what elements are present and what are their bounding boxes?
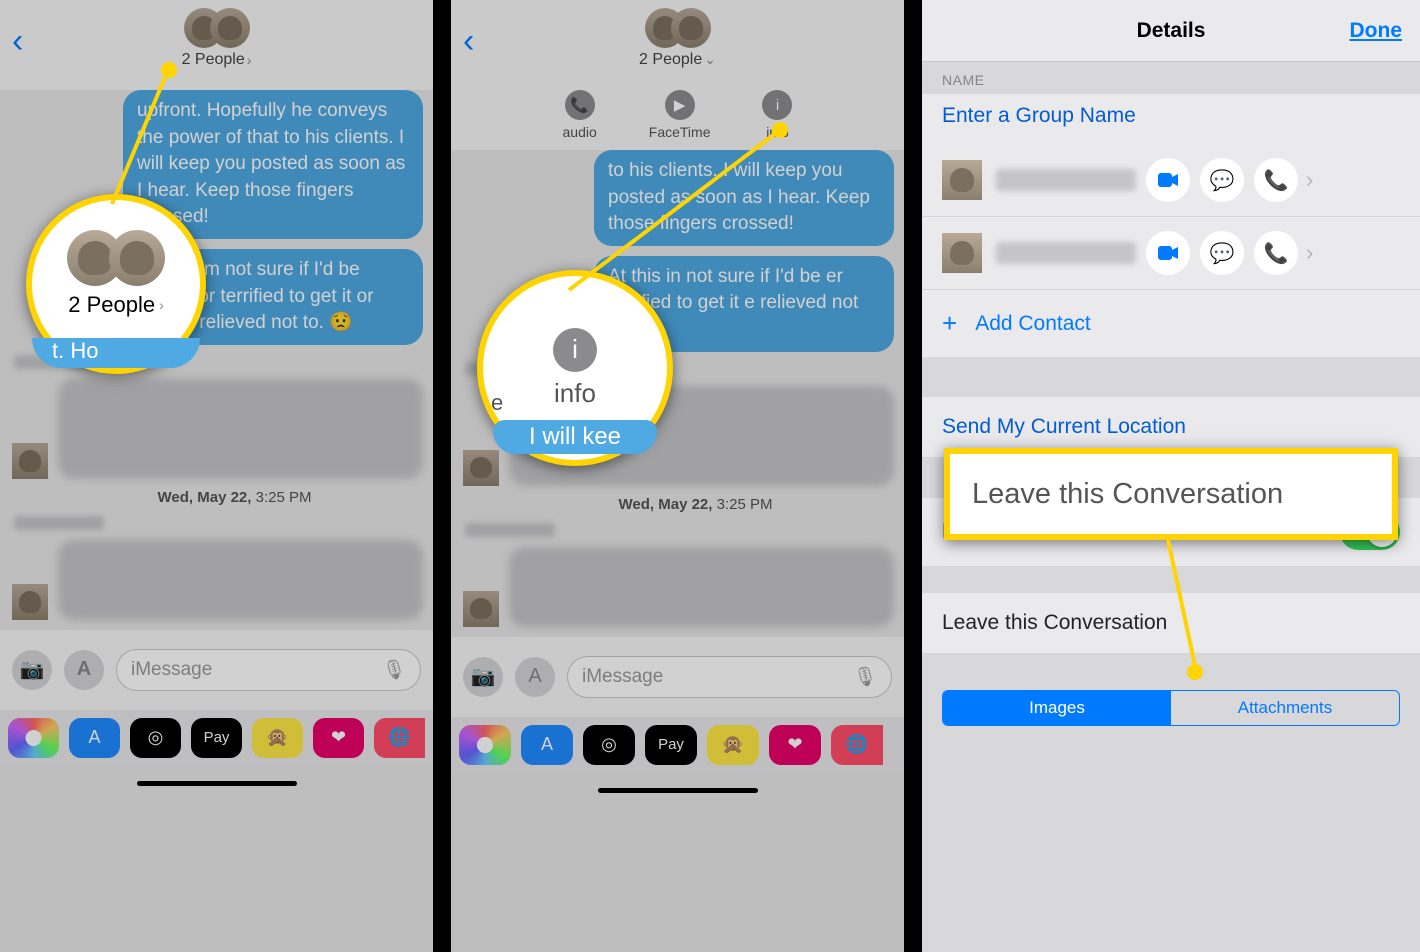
contact-name-redacted (996, 169, 1136, 191)
message-input[interactable]: iMessage🎙 (567, 656, 892, 698)
app-drawer[interactable]: A ◎ Pay 🙊 ❤ 🌐 (0, 710, 433, 766)
add-contact-row[interactable]: + Add Contact (922, 290, 1420, 357)
chevron-right-icon: › (1306, 240, 1313, 266)
action-row: 📞audio ▶FaceTime iinfo (451, 90, 904, 150)
facetime-button[interactable] (1146, 231, 1190, 275)
video-icon: ▶ (665, 90, 695, 120)
facetime-button[interactable] (1146, 158, 1190, 202)
app-store-icon[interactable]: A (515, 657, 555, 697)
avatar (12, 584, 48, 620)
avatar (671, 8, 711, 48)
people-label: 2 People (182, 51, 245, 69)
segment-control[interactable]: Images Attachments (942, 690, 1400, 726)
memoji-app-icon[interactable]: 🙊 (707, 725, 759, 765)
leave-conversation-row[interactable]: Leave this Conversation (922, 593, 1420, 654)
app-store-icon[interactable]: A (64, 650, 104, 690)
info-icon: i (762, 90, 792, 120)
avatar (109, 230, 165, 286)
annotation-dot (161, 62, 177, 78)
avatar (942, 233, 982, 273)
callout-people: 2 People› t. Ho (26, 194, 206, 374)
facetime-button[interactable]: ▶FaceTime (649, 90, 711, 144)
message-button[interactable]: 💬 (1200, 231, 1244, 275)
received-bubble-redacted (12, 540, 423, 620)
phone-icon: 📞 (565, 90, 595, 120)
digital-touch-icon[interactable]: ❤ (313, 718, 364, 758)
call-button[interactable]: 📞 (1254, 158, 1298, 202)
segment-attachments[interactable]: Attachments (1171, 691, 1399, 725)
people-count[interactable]: 2 People ⌄ (639, 51, 716, 69)
apple-pay-icon[interactable]: Pay (645, 725, 697, 765)
chevron-right-icon: › (247, 52, 252, 68)
group-avatars[interactable] (184, 8, 250, 48)
photos-app-icon[interactable] (459, 725, 511, 765)
annotation-dot (1187, 664, 1203, 680)
more-apps-icon[interactable]: 🌐 (831, 725, 883, 765)
app-store-app-icon[interactable]: A (521, 725, 573, 765)
panel-step-3-details: Details Done NAME Enter a Group Name 💬 📞… (922, 0, 1420, 952)
segment-images[interactable]: Images (943, 691, 1171, 725)
info-icon: i (553, 328, 597, 372)
page-title: Details (1137, 19, 1206, 43)
back-button[interactable]: ‹ (463, 22, 474, 61)
back-button[interactable]: ‹ (12, 22, 23, 61)
group-name-input[interactable]: Enter a Group Name (922, 94, 1420, 144)
timestamp: Wed, May 22, 3:25 PM (46, 489, 423, 506)
more-apps-icon[interactable]: 🌐 (374, 718, 425, 758)
message-button[interactable]: 💬 (1200, 158, 1244, 202)
chevron-down-icon: ⌄ (704, 51, 716, 68)
received-bubble-redacted (12, 379, 423, 479)
input-bar: 📷 A iMessage 🎙 (0, 630, 433, 710)
digital-touch-icon[interactable]: ❤ (769, 725, 821, 765)
contact-row[interactable]: 💬 📞 › (922, 144, 1420, 217)
avatar (942, 160, 982, 200)
section-label-name: NAME (922, 62, 1420, 94)
apple-pay-icon[interactable]: Pay (191, 718, 242, 758)
camera-icon[interactable]: 📷 (12, 650, 52, 690)
sent-bubble: to his clients. I will keep you posted a… (594, 150, 894, 246)
message-input[interactable]: iMessage 🎙 (116, 649, 421, 691)
callout-leave: Leave this Conversation (944, 448, 1398, 540)
group-avatars[interactable] (645, 8, 711, 48)
contact-name-redacted (996, 242, 1136, 264)
panel-step-2: ‹ 2 People ⌄ 📞audio ▶FaceTime iinfo to h… (451, 0, 904, 952)
app-store-app-icon[interactable]: A (69, 718, 120, 758)
details-header: Details Done (922, 0, 1420, 62)
activity-app-icon[interactable]: ◎ (583, 725, 635, 765)
home-indicator (0, 766, 433, 802)
call-button[interactable]: 📞 (1254, 231, 1298, 275)
photos-app-icon[interactable] (8, 718, 59, 758)
chevron-right-icon: › (1306, 167, 1313, 193)
annotation-dot (772, 122, 788, 138)
audio-button[interactable]: 📞audio (563, 90, 597, 144)
callout-info: e i info I will kee (477, 270, 673, 466)
nav-bar: ‹ 2 People › (0, 0, 433, 90)
panel-step-1: ‹ 2 People › upfront. Hopefully he conve… (0, 0, 433, 952)
avatar (12, 443, 48, 479)
done-button[interactable]: Done (1350, 19, 1403, 43)
activity-app-icon[interactable]: ◎ (130, 718, 181, 758)
memoji-app-icon[interactable]: 🙊 (252, 718, 303, 758)
people-count[interactable]: 2 People › (182, 51, 252, 69)
mic-icon[interactable]: 🎙 (853, 665, 877, 689)
avatar (210, 8, 250, 48)
camera-icon[interactable]: 📷 (463, 657, 503, 697)
plus-icon: + (942, 308, 957, 339)
contact-row[interactable]: 💬 📞 › (922, 217, 1420, 290)
nav-bar: ‹ 2 People ⌄ (451, 0, 904, 90)
mic-icon[interactable]: 🎙 (382, 658, 406, 682)
